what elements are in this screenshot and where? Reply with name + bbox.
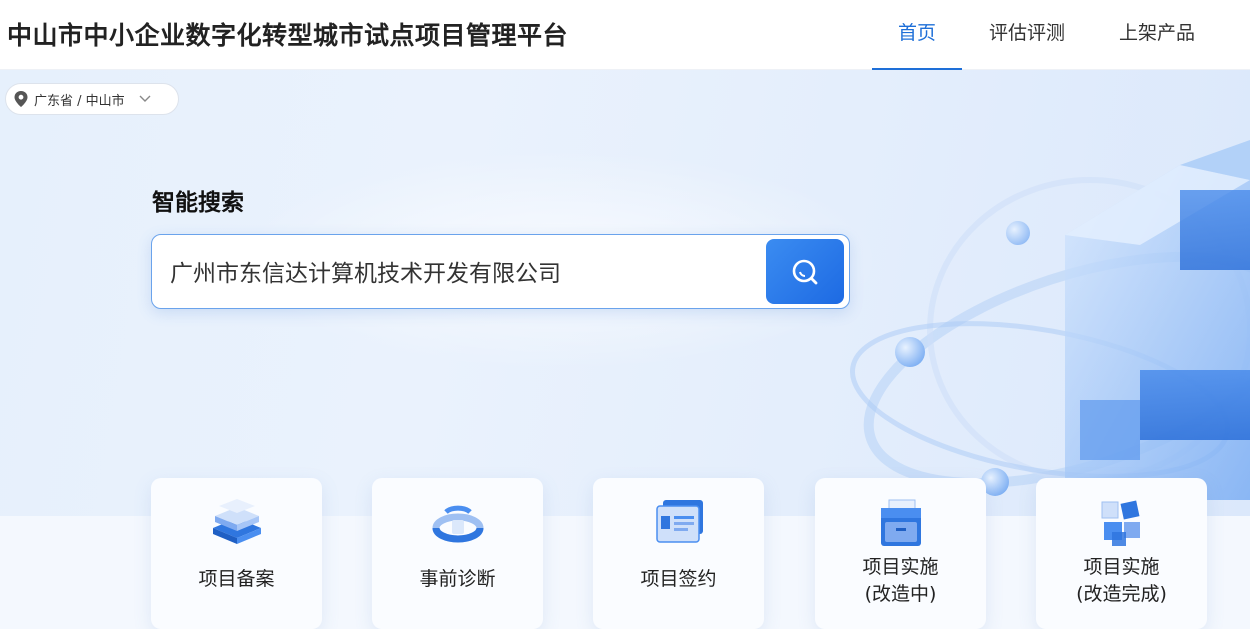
server-stack-icon [212, 499, 261, 544]
top-header: 中山市中小企业数字化转型城市试点项目管理平台 首页 评估评测 上架产品 [0, 0, 1250, 70]
card-pre-diagnosis[interactable]: 事前诊断 [372, 478, 543, 629]
card-label: 项目签约 [640, 568, 717, 590]
card-label: 项目备案 [198, 568, 275, 590]
card-project-signing[interactable]: 项目签约 [593, 478, 764, 629]
hero-banner: 广东省 / 中山市 智能搜索 [0, 70, 1250, 516]
map-pin-icon [14, 91, 28, 107]
card-implementation-completed[interactable]: 项目实施 (改造完成) [1036, 478, 1207, 629]
location-selector[interactable]: 广东省 / 中山市 [5, 83, 179, 115]
search-button[interactable] [766, 239, 844, 304]
nav-assessment[interactable]: 评估评测 [962, 0, 1092, 70]
location-text: 广东省 / 中山市 [34, 93, 125, 109]
search-input[interactable] [170, 251, 750, 291]
search-icon [792, 259, 818, 284]
card-label-line1: 项目实施 [862, 556, 939, 578]
chevron-down-icon [139, 95, 151, 102]
contract-card-icon [655, 500, 703, 543]
file-cabinet-icon [880, 499, 921, 546]
card-label: 事前诊断 [419, 568, 496, 590]
search-box [151, 234, 850, 309]
search-title: 智能搜索 [152, 190, 244, 216]
card-label-line1: 项目实施 [1083, 556, 1160, 578]
cubes-icon [1101, 500, 1140, 546]
card-label-line2: (改造中) [864, 583, 937, 605]
card-label-line2: (改造完成) [1076, 583, 1167, 605]
nav-products[interactable]: 上架产品 [1092, 0, 1222, 70]
card-label: 项目实施 (改造中) [815, 554, 986, 608]
card-label: 项目实施 (改造完成) [1036, 554, 1207, 608]
card-project-filing[interactable]: 项目备案 [151, 478, 322, 629]
main-nav: 首页 评估评测 上架产品 [872, 0, 1222, 70]
nav-home[interactable]: 首页 [872, 0, 962, 70]
site-title: 中山市中小企业数字化转型城市试点项目管理平台 [7, 21, 569, 50]
diagnosis-ring-icon [432, 505, 483, 543]
card-implementation-in-progress[interactable]: 项目实施 (改造中) [815, 478, 986, 629]
